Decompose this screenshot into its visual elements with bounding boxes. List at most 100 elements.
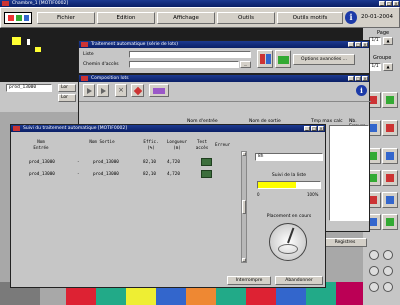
tool-button[interactable] (382, 120, 398, 136)
close-button[interactable]: × (362, 42, 368, 47)
batch-dialog-titlebar: Traitement automatique (série de lots) _… (79, 41, 369, 48)
options-avancees-button[interactable]: Options avancées ... (293, 54, 355, 65)
app-titlebar: Chambre_1 [MOTIF0002] _ □ × (0, 0, 400, 7)
maximize-button[interactable]: □ (386, 1, 392, 6)
groupe-value: 1/1 (369, 63, 381, 71)
progress-dialog-title: Suivi du traitement automatique [MOTIF00… (23, 126, 128, 131)
minimize-button[interactable]: _ (348, 76, 354, 81)
dialog-icon (13, 126, 20, 131)
row1-access-icon[interactable] (201, 158, 212, 166)
pattern-piece[interactable] (35, 47, 41, 52)
arrow-up-icon[interactable] (383, 266, 393, 276)
minimize-button[interactable]: _ (379, 1, 385, 6)
play-icon[interactable] (83, 84, 95, 97)
dialog-icon (81, 42, 88, 47)
header-longueur: Longueur (m) (166, 139, 188, 150)
arrow-down-icon[interactable] (369, 266, 379, 276)
product-field[interactable]: prod_13000 (6, 84, 52, 92)
batch-dialog-title: Traitement automatique (série de lots) (91, 42, 178, 47)
import-icon[interactable] (275, 50, 291, 68)
close-button[interactable]: × (393, 1, 399, 6)
tool-button[interactable] (382, 192, 398, 208)
list-icon[interactable] (149, 84, 169, 97)
row1-longueur: 4,720 (167, 160, 180, 165)
maximize-button[interactable]: □ (311, 126, 317, 131)
composition-dialog-titlebar: Composition lots _ □ × (79, 75, 369, 82)
interrompre-button[interactable]: Interrompre (227, 276, 271, 285)
browse-button[interactable]: ... (240, 61, 251, 68)
row2-dash: - (77, 172, 80, 177)
pattern-piece[interactable] (27, 39, 30, 45)
tool-button[interactable] (382, 92, 398, 108)
header-erreur: Erreur (215, 142, 231, 147)
header-efficacite: Effic. (%) (143, 139, 159, 150)
progress-end: 100% (307, 192, 319, 197)
menu-outils-motifs[interactable]: Outils motifs (277, 12, 343, 24)
page-label: Page (377, 30, 390, 36)
arrow-left-icon[interactable] (369, 250, 379, 260)
chemin-input[interactable] (129, 61, 239, 68)
liste-input[interactable] (129, 51, 251, 58)
abandonner-button[interactable]: Abandonner (275, 276, 323, 285)
lots-list[interactable] (329, 125, 369, 221)
row2-sortie: prod_13000 (93, 172, 119, 177)
progress-start: 0 (257, 192, 260, 197)
chemin-label: Chemin d'accès (83, 62, 119, 67)
run-icon[interactable] (131, 84, 144, 97)
tool-button[interactable] (382, 148, 398, 164)
registres-button[interactable]: Registres (323, 238, 367, 247)
minimize-button[interactable]: _ (304, 126, 310, 131)
menu-affichage[interactable]: Affichage (157, 12, 215, 24)
divider (79, 101, 371, 102)
export-icon[interactable] (257, 50, 273, 68)
scroll-thumb[interactable] (242, 200, 246, 214)
tool-button[interactable] (382, 214, 398, 230)
menu-fichier[interactable]: Fichier (37, 12, 95, 24)
dialog-icon (81, 76, 88, 81)
zoom-icon[interactable] (369, 282, 379, 292)
placement-label: Placement en cours (266, 214, 312, 219)
left-panel: prod_13000 Lor Lor (0, 82, 78, 112)
delete-icon[interactable]: × (115, 84, 127, 97)
next-icon[interactable] (97, 84, 109, 97)
info-icon[interactable]: i (345, 11, 357, 24)
pattern-piece[interactable] (12, 37, 21, 45)
info-icon[interactable]: i (356, 85, 367, 96)
date-display: 20-01-2004 (361, 14, 393, 20)
maximize-button[interactable]: □ (355, 76, 361, 81)
minimize-button[interactable]: _ (348, 42, 354, 47)
dial-gauge-icon (269, 223, 307, 261)
header-test-acces: Test accès (195, 139, 209, 150)
menu-outils[interactable]: Outils (217, 12, 275, 24)
logo-icon (4, 12, 32, 24)
maximize-button[interactable]: □ (355, 42, 361, 47)
page-spinner[interactable]: ▲ (383, 37, 393, 45)
suivi-label: Suivi de la liste (271, 173, 307, 178)
groupe-spinner[interactable]: ▲ (383, 63, 393, 71)
header-nom-entree: Nom Entrée (33, 139, 49, 150)
lor-button-1[interactable]: Lor (58, 84, 76, 92)
lor-button-2[interactable]: Lor (58, 94, 76, 102)
menu-edition[interactable]: Edition (97, 12, 155, 24)
liste-label: Liste (83, 52, 94, 57)
scroll-up-arrow[interactable] (242, 152, 246, 156)
progress-dialog-titlebar: Suivi du traitement automatique [MOTIF00… (11, 125, 325, 132)
row1-entree: prod_13000 (29, 160, 55, 165)
row2-access-icon[interactable] (201, 170, 212, 178)
row2-efficacite: 82,10 (143, 172, 156, 177)
header-nom-sortie: Nom Sortie (89, 139, 115, 144)
row2-entree: prod_13000 (29, 172, 55, 177)
close-button[interactable]: × (362, 76, 368, 81)
rotate-icon[interactable] (383, 282, 393, 292)
status-field: 8h (255, 153, 323, 161)
app-title: Chambre_1 [MOTIF0002] (12, 1, 69, 6)
tool-button[interactable] (382, 170, 398, 186)
scroll-down-arrow[interactable] (242, 258, 246, 262)
close-button[interactable]: × (318, 126, 324, 131)
row1-efficacite: 82,10 (143, 160, 156, 165)
table-scrollbar[interactable] (241, 151, 247, 263)
arrow-right-icon[interactable] (383, 250, 393, 260)
menu-bar: Fichier Edition Affichage Outils Outils … (0, 7, 400, 28)
row1-sortie: prod_13000 (93, 160, 119, 165)
page-value: 1/1 (369, 37, 381, 45)
